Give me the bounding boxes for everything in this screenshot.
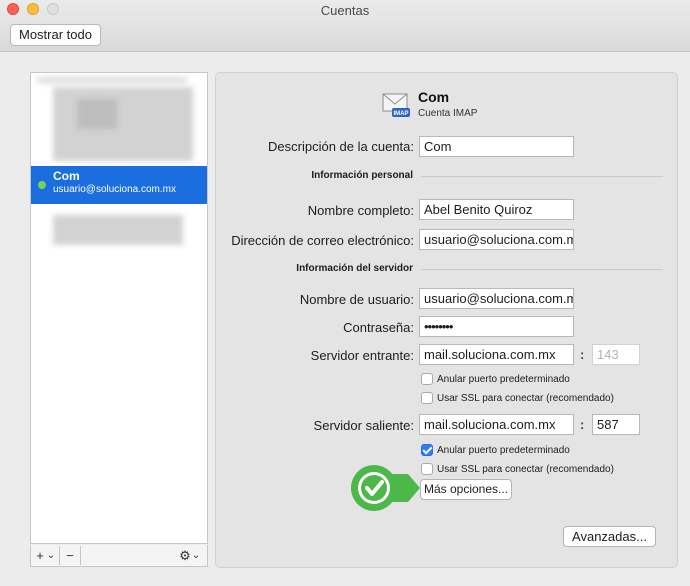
account-name: Com	[53, 169, 80, 183]
imap-badge: IMAP	[394, 111, 409, 117]
section-divider	[421, 269, 663, 270]
account-item-selected[interactable]: Com usuario@soluciona.com.mx	[31, 166, 207, 204]
title-bar: Cuentas Mostrar todo	[0, 0, 690, 52]
password-field[interactable]: ••••••••	[419, 316, 574, 337]
green-check-callout-icon	[351, 465, 420, 511]
outgoing-port-field[interactable]: 587	[592, 414, 640, 435]
account-email: usuario@soluciona.com.mx	[53, 184, 176, 195]
show-all-button[interactable]: Mostrar todo	[10, 24, 101, 46]
incoming-ssl-label: Usar SSL para conectar (recomendado)	[437, 393, 614, 404]
port-separator: :	[580, 417, 585, 432]
incoming-ssl-checkbox[interactable]	[421, 392, 433, 404]
outgoing-override-port-checkbox[interactable]	[421, 444, 433, 456]
add-menu-chevron-icon[interactable]: ⌄	[46, 546, 56, 565]
outgoing-override-port-label: Anular puerto predeterminado	[437, 445, 570, 456]
incoming-port-field[interactable]: 143	[592, 344, 640, 365]
outgoing-server-label: Servidor saliente:	[313, 418, 414, 433]
outgoing-ssl-label: Usar SSL para conectar (recomendado)	[437, 464, 614, 475]
personal-info-heading: Información personal	[311, 170, 413, 181]
accounts-list[interactable]: Com usuario@soluciona.com.mx	[30, 72, 208, 544]
outgoing-ssl-checkbox[interactable]	[421, 463, 433, 475]
add-account-button[interactable]: +	[33, 546, 47, 565]
password-label: Contraseña:	[343, 320, 414, 335]
window-title: Cuentas	[320, 3, 370, 18]
account-status-dot	[38, 181, 46, 189]
outgoing-server-field[interactable]: mail.soluciona.com.mx	[419, 414, 574, 435]
email-label: Dirección de correo electrónico:	[231, 233, 414, 248]
account-header-type: Cuenta IMAP	[418, 108, 478, 119]
fullname-field[interactable]: Abel Benito Quiroz	[419, 199, 574, 220]
advanced-button[interactable]: Avanzadas...	[563, 526, 656, 547]
account-list-toolbar: + ⌄ − ⚙ ⌄	[30, 545, 208, 567]
incoming-override-port-checkbox[interactable]	[421, 373, 433, 385]
incoming-override-port-label: Anular puerto predeterminado	[437, 374, 570, 385]
email-field[interactable]: usuario@soluciona.com.m	[419, 229, 574, 250]
description-field[interactable]: Com	[419, 136, 574, 157]
account-header-name: Com	[418, 89, 450, 105]
blurred-account-entry	[53, 87, 193, 161]
gear-menu-chevron-icon[interactable]: ⌄	[191, 546, 201, 565]
blurred-account-entry	[53, 215, 183, 245]
mail-envelope-icon: IMAP	[382, 93, 410, 117]
username-label: Nombre de usuario:	[299, 292, 414, 307]
username-field[interactable]: usuario@soluciona.com.m	[419, 288, 574, 309]
server-info-heading: Información del servidor	[296, 263, 413, 274]
blurred-account-entry	[77, 99, 117, 129]
blurred-account-entry	[37, 77, 187, 83]
description-label: Descripción de la cuenta:	[268, 139, 414, 154]
more-options-button[interactable]: Más opciones...	[420, 479, 512, 500]
section-divider	[421, 176, 663, 177]
fullname-label: Nombre completo:	[307, 203, 414, 218]
gear-icon[interactable]: ⚙	[178, 546, 192, 565]
incoming-server-label: Servidor entrante:	[310, 348, 414, 363]
port-separator: :	[580, 347, 585, 362]
remove-account-button[interactable]: −	[59, 546, 81, 565]
incoming-server-field[interactable]: mail.soluciona.com.mx	[419, 344, 574, 365]
